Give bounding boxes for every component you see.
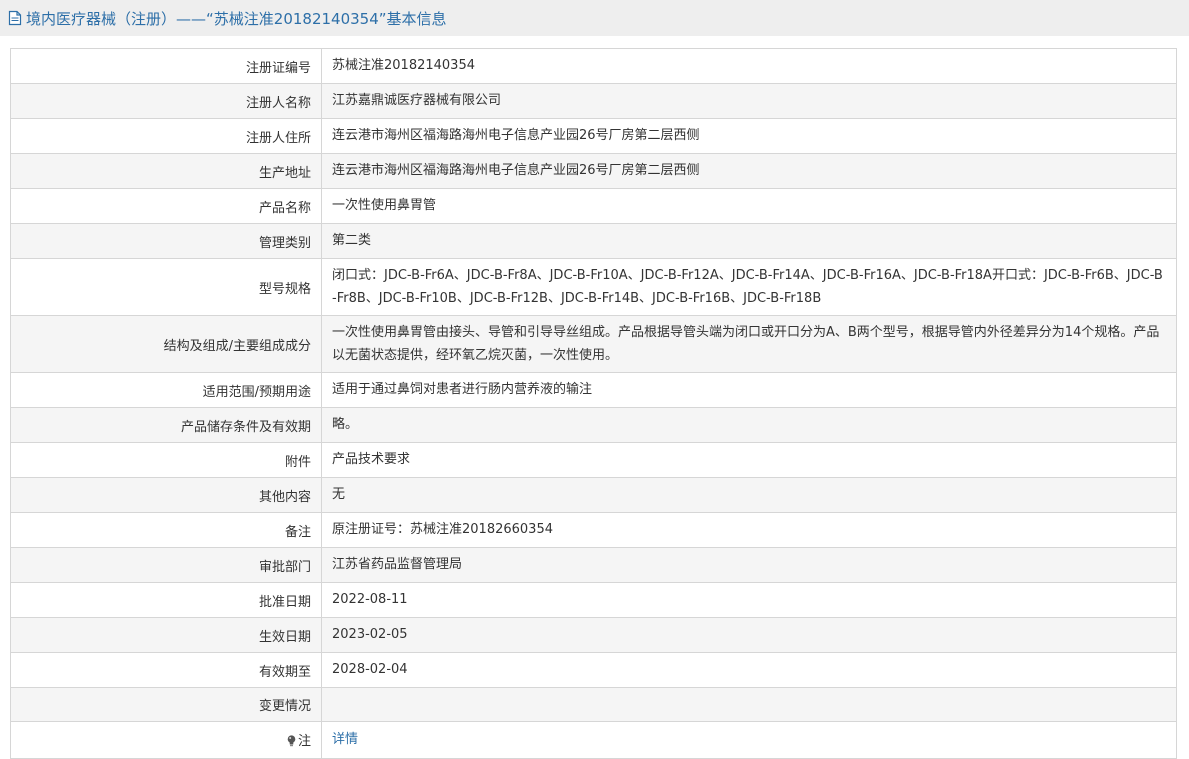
row-label: 附件 [10,442,322,478]
row-value: 原注册证号：苏械注准20182660354 [321,512,1177,548]
table-row: 有效期至 2028-02-04 [10,652,1177,688]
page-header: 境内医疗器械（注册）——“苏械注准20182140354”基本信息 [0,0,1189,36]
row-label: 批准日期 [10,582,322,618]
document-icon [8,10,22,26]
table-row: 其他内容 无 [10,477,1177,513]
table-row: 适用范围/预期用途 适用于通过鼻饲对患者进行肠内营养液的输注 [10,372,1177,408]
row-label: 注册证编号 [10,48,322,84]
table-row: 生效日期 2023-02-05 [10,617,1177,653]
row-value: 略。 [321,407,1177,443]
table-row: 注册人名称 江苏嘉鼎诚医疗器械有限公司 [10,83,1177,119]
row-value: 2022-08-11 [321,582,1177,618]
row-label: 有效期至 [10,652,322,688]
info-table: 注册证编号 苏械注准20182140354 注册人名称 江苏嘉鼎诚医疗器械有限公… [10,48,1177,759]
row-label: 产品储存条件及有效期 [10,407,322,443]
lightbulb-icon [287,734,296,751]
row-label: 型号规格 [10,258,322,316]
details-link[interactable]: 详情 [332,732,358,747]
row-label: 其他内容 [10,477,322,513]
row-label: 生效日期 [10,617,322,653]
row-label: 审批部门 [10,547,322,583]
info-table-wrapper: 注册证编号 苏械注准20182140354 注册人名称 江苏嘉鼎诚医疗器械有限公… [10,48,1177,759]
row-value: 江苏嘉鼎诚医疗器械有限公司 [321,83,1177,119]
table-row: 结构及组成/主要组成成分 一次性使用鼻胃管由接头、导管和引导导丝组成。产品根据导… [10,315,1177,373]
table-row: 生产地址 连云港市海州区福海路海州电子信息产业园26号厂房第二层西侧 [10,153,1177,189]
row-value: 无 [321,477,1177,513]
page-title: 境内医疗器械（注册）——“苏械注准20182140354”基本信息 [26,9,447,28]
row-label: 适用范围/预期用途 [10,372,322,408]
table-row: 产品储存条件及有效期 略。 [10,407,1177,443]
table-row: 附件 产品技术要求 [10,442,1177,478]
note-row: 注 详情 [10,721,1177,759]
row-value: 2028-02-04 [321,652,1177,688]
row-label: 注册人住所 [10,118,322,154]
row-label: 结构及组成/主要组成成分 [10,315,322,373]
table-row: 产品名称 一次性使用鼻胃管 [10,188,1177,224]
row-label: 变更情况 [10,687,322,722]
row-value [321,687,1177,722]
table-row: 注册人住所 连云港市海州区福海路海州电子信息产业园26号厂房第二层西侧 [10,118,1177,154]
table-row: 管理类别 第二类 [10,223,1177,259]
note-value-cell: 详情 [321,721,1177,759]
row-label: 管理类别 [10,223,322,259]
row-label: 产品名称 [10,188,322,224]
row-value: 江苏省药品监督管理局 [321,547,1177,583]
note-label: 注 [297,733,311,749]
table-row: 注册证编号 苏械注准20182140354 [10,48,1177,84]
row-value: 第二类 [321,223,1177,259]
row-value: 一次性使用鼻胃管 [321,188,1177,224]
row-value: 适用于通过鼻饲对患者进行肠内营养液的输注 [321,372,1177,408]
row-value: 苏械注准20182140354 [321,48,1177,84]
row-value: 连云港市海州区福海路海州电子信息产业园26号厂房第二层西侧 [321,118,1177,154]
note-label-cell: 注 [10,721,322,759]
row-value: 连云港市海州区福海路海州电子信息产业园26号厂房第二层西侧 [321,153,1177,189]
row-label: 备注 [10,512,322,548]
row-value: 2023-02-05 [321,617,1177,653]
row-value: 产品技术要求 [321,442,1177,478]
row-label: 注册人名称 [10,83,322,119]
row-label: 生产地址 [10,153,322,189]
table-row: 批准日期 2022-08-11 [10,582,1177,618]
row-value: 一次性使用鼻胃管由接头、导管和引导导丝组成。产品根据导管头端为闭口或开口分为A、… [321,315,1177,373]
table-row: 变更情况 [10,687,1177,722]
table-row: 备注 原注册证号：苏械注准20182660354 [10,512,1177,548]
table-row: 审批部门 江苏省药品监督管理局 [10,547,1177,583]
row-value: 闭口式：JDC-B-Fr6A、JDC-B-Fr8A、JDC-B-Fr10A、JD… [321,258,1177,316]
table-row: 型号规格 闭口式：JDC-B-Fr6A、JDC-B-Fr8A、JDC-B-Fr1… [10,258,1177,316]
